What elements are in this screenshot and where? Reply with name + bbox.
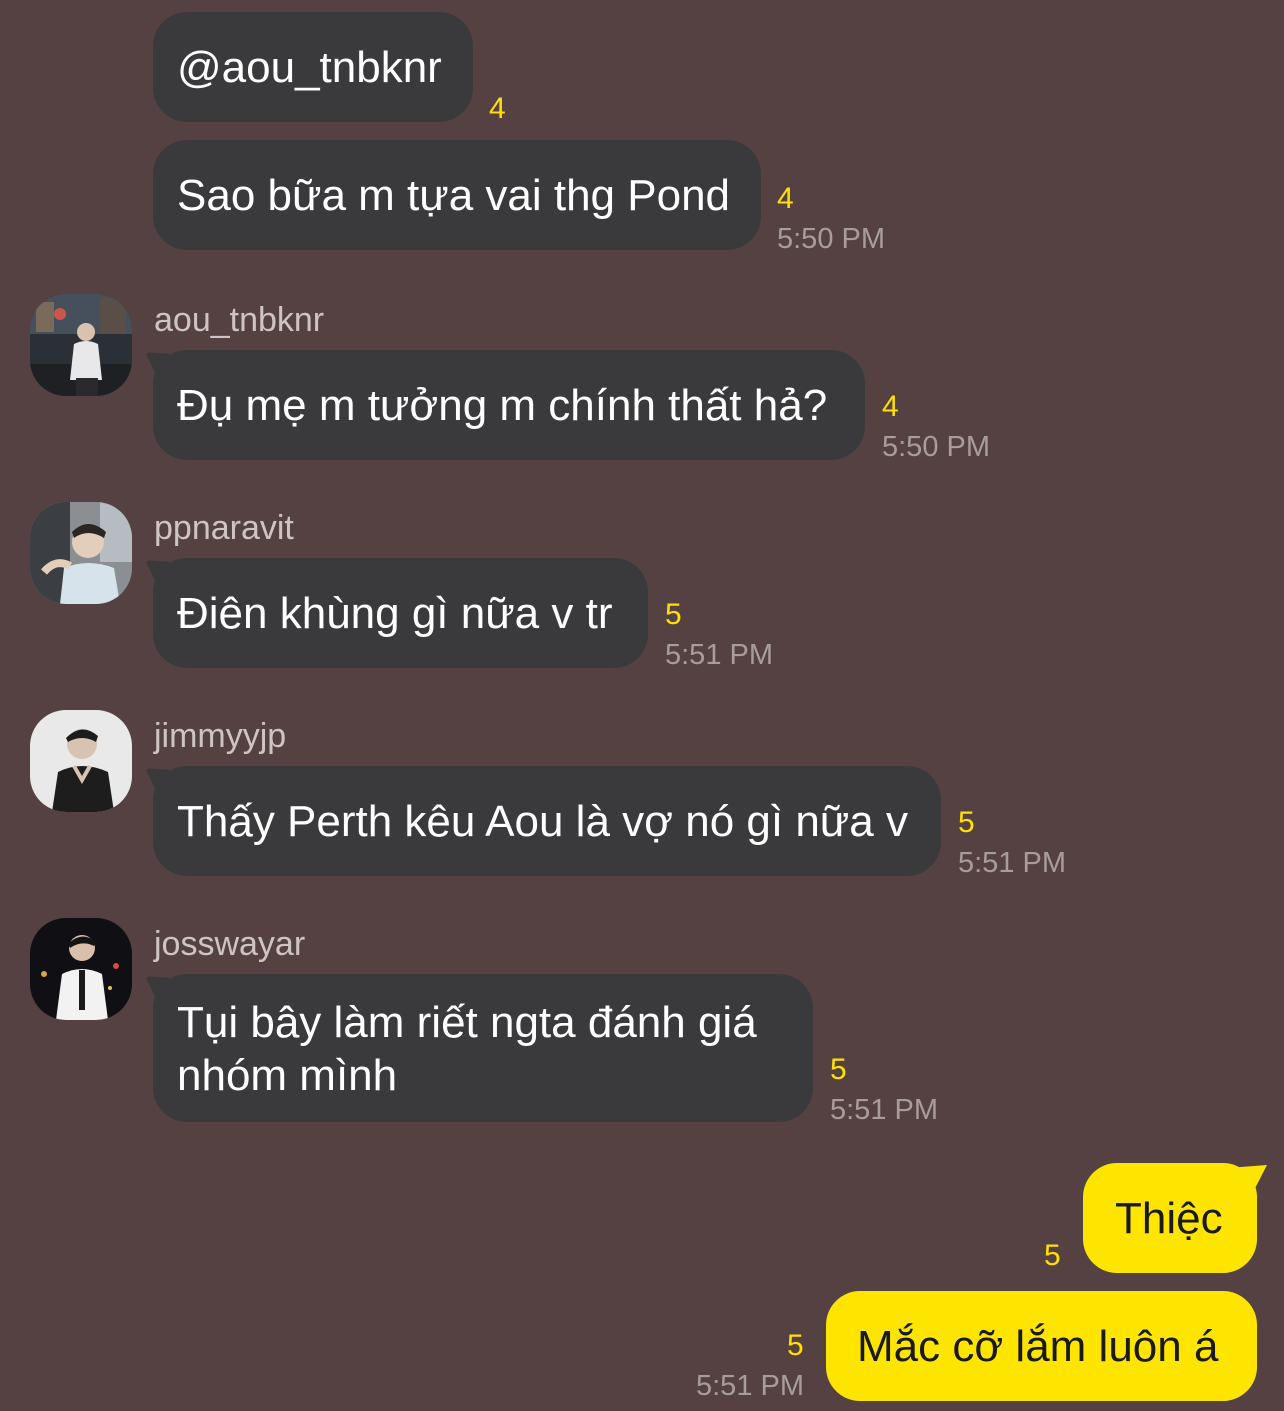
message-text: Thấy Perth kêu Aou là vợ nó gì nữa v [177, 797, 908, 846]
my-message-bubble[interactable]: Thiệc [1083, 1163, 1257, 1273]
message-timestamp: 5:51 PM [696, 1370, 804, 1402]
message-bubble[interactable]: @aou_tnbknr [153, 12, 473, 122]
unread-count: 4 [882, 390, 899, 423]
unread-count: 5 [787, 1329, 804, 1362]
chat-thread[interactable]: @aou_tnbknr 4 Sao bữa m tựa vai thg Pond… [0, 0, 1284, 1411]
message-bubble[interactable]: Tụi bây làm riết ngta đánh giá nhóm mình [153, 974, 813, 1122]
avatar-jimmyyjp[interactable] [30, 710, 132, 812]
message-timestamp: 5:51 PM [665, 639, 773, 671]
message-bubble[interactable]: Thấy Perth kêu Aou là vợ nó gì nữa v [153, 766, 941, 876]
avatar-photo-portrait [30, 710, 132, 812]
avatar-photo-night-suit [30, 918, 132, 1020]
message-bubble[interactable]: Điên khùng gì nữa v tr [153, 558, 648, 668]
avatar-photo-car-selfie [30, 502, 132, 604]
sender-name: aou_tnbknr [154, 301, 325, 339]
unread-count: 5 [1044, 1239, 1061, 1272]
message-text: Thiệc [1115, 1194, 1223, 1243]
message-timestamp: 5:51 PM [958, 847, 1066, 879]
unread-count: 4 [777, 182, 794, 215]
unread-count: 5 [665, 598, 682, 631]
avatar-josswayar[interactable] [30, 918, 132, 1020]
unread-count: 5 [830, 1053, 847, 1086]
message-text: Sao bữa m tựa vai thg Pond [177, 171, 731, 220]
sender-name: jimmyyjp [154, 717, 287, 755]
message-text: Mắc cỡ lắm luôn á [857, 1322, 1219, 1371]
sender-name: josswayar [154, 925, 306, 963]
my-message-bubble[interactable]: Mắc cỡ lắm luôn á [826, 1291, 1257, 1401]
message-timestamp: 5:50 PM [777, 223, 885, 255]
message-text: Điên khùng gì nữa v tr [177, 589, 613, 638]
unread-count: 4 [489, 92, 506, 125]
message-text: @aou_tnbknr [177, 43, 442, 92]
avatar-aou-tnbknr[interactable] [30, 294, 132, 396]
message-text: Đụ mẹ m tưởng m chính thất hả? [177, 381, 828, 430]
avatar-photo-city-night [30, 294, 132, 396]
message-text-line: Tụi bây làm riết ngta đánh giá [177, 998, 757, 1047]
message-timestamp: 5:50 PM [882, 431, 990, 463]
sender-name: ppnaravit [154, 509, 294, 547]
message-text-line: nhóm mình [177, 1051, 398, 1100]
avatar-ppnaravit[interactable] [30, 502, 132, 604]
message-bubble[interactable]: Sao bữa m tựa vai thg Pond [153, 140, 761, 250]
message-bubble[interactable]: Đụ mẹ m tưởng m chính thất hả? [153, 350, 865, 460]
unread-count: 5 [958, 806, 975, 839]
message-timestamp: 5:51 PM [830, 1094, 938, 1126]
